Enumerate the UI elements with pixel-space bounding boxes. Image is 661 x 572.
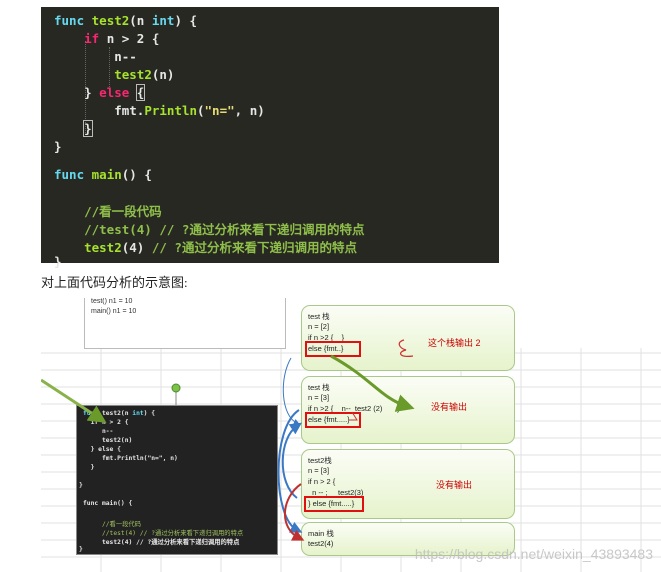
caption: 对上面代码分析的示意图: [41, 275, 188, 290]
annotation-scribble [349, 411, 358, 421]
code-line: n-- [54, 49, 137, 64]
code-line: //看一段代码 [54, 204, 162, 219]
watermark: https://blog.csdn.net/weixin_43893483 [414, 546, 653, 562]
stack-diagram: test() n1 = 10 main() n1 = 10 func test2… [41, 298, 661, 572]
code-line: fmt.Println("n=", n) [54, 103, 265, 118]
code-line: if n > 2 { [84, 31, 160, 46]
entry-arrow [41, 378, 107, 423]
code-block: func test2(n int) { if n > 2 { n-- test2… [41, 7, 499, 269]
code-line: } [83, 120, 93, 137]
code-line: func test2(n int) { [54, 13, 198, 28]
return-arrow [330, 354, 415, 412]
code-line: } [54, 254, 62, 269]
code-line: //test(4) // ?通过分析来看下递归调用的特点 [54, 222, 365, 237]
code-line: func main() { [54, 167, 152, 182]
code-line: test2(n) [114, 67, 175, 82]
call-arrows [41, 339, 415, 541]
annotation-scribble [398, 339, 414, 357]
call-arrow [281, 422, 302, 499]
return-arrow [284, 483, 305, 541]
code-line: } else { [54, 84, 146, 101]
code-line: } [54, 139, 62, 154]
code-line: test2(4) // ?通过分析来看下递归调用的特点 [84, 240, 357, 255]
